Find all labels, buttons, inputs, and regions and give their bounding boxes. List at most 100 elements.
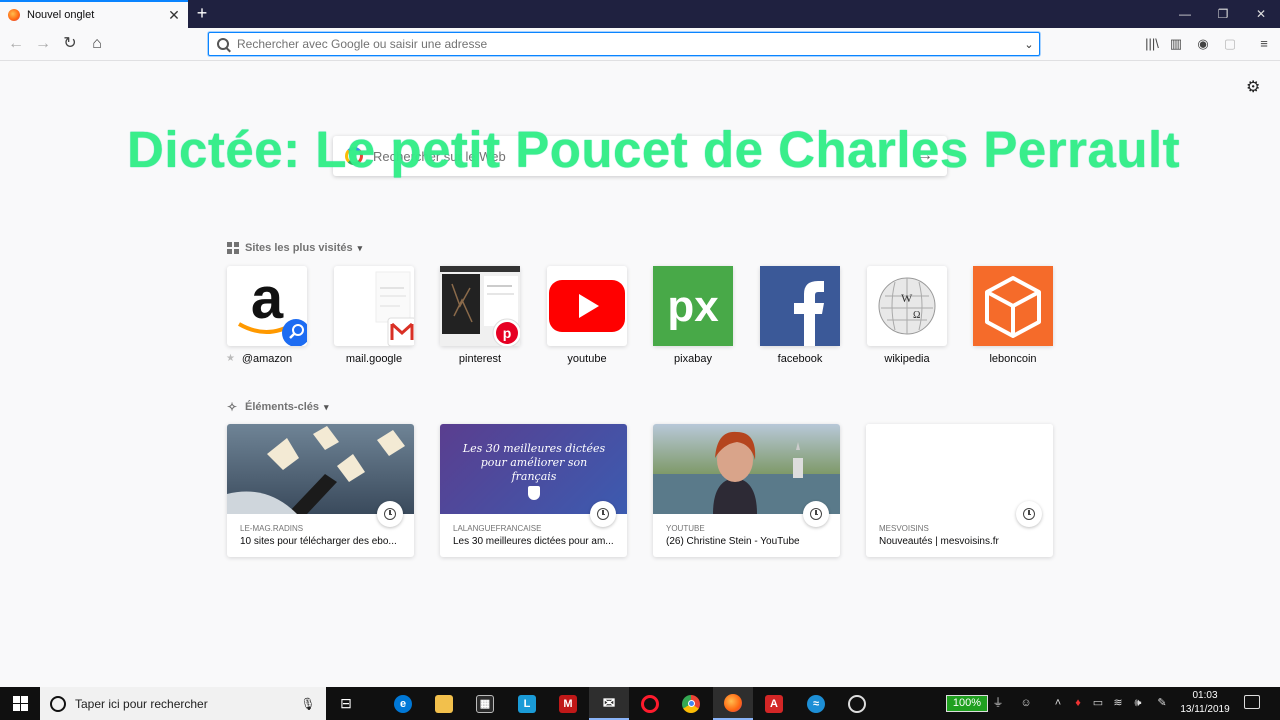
people-icon[interactable]: ☺ — [1016, 687, 1036, 720]
topsite-facebook[interactable]: facebook — [760, 266, 840, 365]
video-overlay-title: Dictée: Le petit Poucet de Charles Perra… — [127, 121, 1181, 178]
navigation-toolbar: ← → ↻ ⌂ Rechercher avec Google ou saisir… — [0, 28, 1280, 61]
topsite-youtube[interactable]: youtube — [547, 266, 627, 365]
highlight-title: 10 sites pour télécharger des ebo... — [240, 536, 397, 547]
start-button[interactable] — [0, 687, 40, 720]
highlight-title: Les 30 meilleures dictées pour am... — [453, 536, 614, 547]
highlight-source: YOUTUBE — [666, 524, 705, 533]
wikipedia-icon: W Ω — [867, 266, 947, 346]
obs-icon — [848, 694, 866, 713]
plug-icon[interactable]: ⏚ — [988, 687, 1008, 720]
cortana-icon — [50, 695, 66, 712]
pin-icon: ★ — [226, 353, 235, 364]
taskbar-opera[interactable] — [630, 687, 670, 720]
forward-icon[interactable]: → — [32, 33, 54, 55]
history-clock-icon — [590, 501, 616, 527]
volume-icon[interactable]: 🕪 — [1128, 687, 1148, 720]
highlight-card[interactable]: LE-MAG.RADINS 10 sites pour télécharger … — [227, 424, 414, 557]
topsite-label: wikipedia — [884, 353, 930, 365]
svg-text:px: px — [667, 282, 719, 331]
clock-date: 13/11/2019 — [1180, 704, 1230, 715]
sparkle-icon: ✧ — [227, 400, 238, 414]
mcafee-icon: M — [559, 694, 577, 713]
topsite-mail-google[interactable]: mail.google — [334, 266, 417, 365]
sidebar-icon[interactable]: ▥ — [1165, 33, 1187, 55]
taskbar-l-app[interactable]: L — [507, 687, 547, 720]
chevron-down-icon[interactable]: ▾ — [358, 243, 363, 254]
task-view-button[interactable]: ⊟ — [326, 687, 366, 720]
clock-time: 01:03 — [1192, 690, 1218, 701]
notification-icon[interactable] — [1244, 695, 1260, 709]
battery-indicator[interactable]: 100% — [946, 695, 988, 712]
edge-icon: e — [394, 694, 412, 713]
antivirus-tray-icon[interactable]: ♦ — [1068, 687, 1088, 720]
youtube-icon — [547, 266, 627, 346]
pen-icon[interactable]: ✎ — [1152, 687, 1172, 720]
facebook-icon — [760, 266, 840, 346]
url-bar[interactable]: Rechercher avec Google ou saisir une adr… — [208, 32, 1040, 56]
topsite-label: @amazon — [241, 353, 293, 365]
new-tab-button[interactable]: + — [192, 3, 212, 23]
back-icon[interactable]: ← — [5, 33, 27, 55]
account-icon[interactable]: ◉ — [1192, 33, 1214, 55]
highlight-source: LALANGUEFRANCAISE — [453, 524, 542, 533]
topsite-label: mail.google — [345, 353, 403, 365]
svg-text:W: W — [901, 291, 913, 305]
taskbar-acrobat[interactable]: A — [754, 687, 794, 720]
highlight-image-text: Les 30 meilleures dictées pour améliorer… — [462, 442, 606, 483]
windows-icon — [12, 696, 28, 711]
chevron-down-icon[interactable]: ▾ — [324, 402, 329, 413]
taskbar-explorer[interactable] — [424, 687, 464, 720]
battery-icon[interactable]: ▭ — [1088, 687, 1108, 720]
library-icon[interactable]: |||\ — [1141, 33, 1163, 55]
taskbar-chrome[interactable] — [671, 687, 711, 720]
taskbar-search-placeholder[interactable]: Taper ici pour rechercher — [75, 697, 300, 711]
highlight-card[interactable]: Les 30 meilleures dictées pour améliorer… — [440, 424, 627, 557]
restore-icon[interactable]: ❐ — [1206, 0, 1240, 28]
highlights-heading[interactable]: ✧ Éléments-clés ▾ — [227, 401, 329, 413]
history-clock-icon — [1016, 501, 1042, 527]
chevron-up-icon[interactable]: ˄ — [1048, 687, 1068, 720]
topsite-amazon[interactable]: a ★ @amazon — [226, 266, 310, 365]
window-close-icon[interactable]: ✕ — [1244, 0, 1278, 28]
svg-text:a: a — [251, 266, 284, 331]
highlight-card[interactable]: YOUTUBE (26) Christine Stein - YouTube — [653, 424, 840, 557]
history-clock-icon — [377, 501, 403, 527]
topsite-leboncoin[interactable]: leboncoin — [973, 266, 1053, 365]
microphone-icon[interactable]: 🎙 — [300, 697, 316, 711]
topsite-pinterest[interactable]: p pinterest — [440, 266, 522, 365]
tab-title: Nouvel onglet — [27, 9, 95, 21]
taskbar-mcafee[interactable]: M — [548, 687, 588, 720]
url-placeholder[interactable]: Rechercher avec Google ou saisir une adr… — [237, 37, 1019, 51]
amazon-icon: a — [227, 266, 310, 347]
wifi-icon[interactable]: ≋ — [1108, 687, 1128, 720]
highlight-source: LE-MAG.RADINS — [240, 524, 304, 533]
url-dropdown-icon[interactable]: ⌄ — [1019, 38, 1039, 51]
taskbar-firefox[interactable] — [713, 687, 753, 720]
highlight-card[interactable]: MESVOISINS Nouveautés | mesvoisins.fr — [866, 424, 1053, 557]
close-tab-icon[interactable]: ✕ — [166, 7, 182, 24]
system-clock[interactable]: 01:03 13/11/2019 — [1174, 689, 1236, 717]
settings-gear-icon[interactable]: ⚙ — [1246, 77, 1260, 97]
highlight-source: MESVOISINS — [879, 524, 929, 533]
taskbar-mail[interactable]: ✉ — [589, 687, 629, 720]
menu-icon[interactable]: ≡ — [1253, 33, 1275, 55]
store-icon: ▦ — [476, 694, 494, 713]
svg-text:p: p — [503, 325, 512, 341]
history-clock-icon — [803, 501, 829, 527]
tab-new-tab[interactable]: Nouvel onglet ✕ — [0, 0, 188, 28]
pixabay-icon: px — [653, 266, 733, 346]
taskbar-search[interactable]: Taper ici pour rechercher 🎙 — [40, 687, 326, 720]
highlights-heading-label: Éléments-clés — [245, 401, 319, 413]
taskbar-vpn[interactable]: ≈ — [796, 687, 836, 720]
taskbar-edge[interactable]: e — [383, 687, 423, 720]
minimize-icon[interactable]: — — [1168, 0, 1202, 28]
topsites-heading[interactable]: Sites les plus visités ▾ — [227, 242, 362, 254]
topsite-wikipedia[interactable]: W Ω wikipedia — [867, 266, 947, 365]
topsite-pixabay[interactable]: px pixabay — [653, 266, 733, 365]
reload-icon[interactable]: ↻ — [59, 33, 81, 55]
taskbar-store[interactable]: ▦ — [465, 687, 505, 720]
extension-icon[interactable]: ▢ — [1219, 33, 1241, 55]
taskbar-obs[interactable] — [837, 687, 877, 720]
home-icon[interactable]: ⌂ — [86, 33, 108, 55]
